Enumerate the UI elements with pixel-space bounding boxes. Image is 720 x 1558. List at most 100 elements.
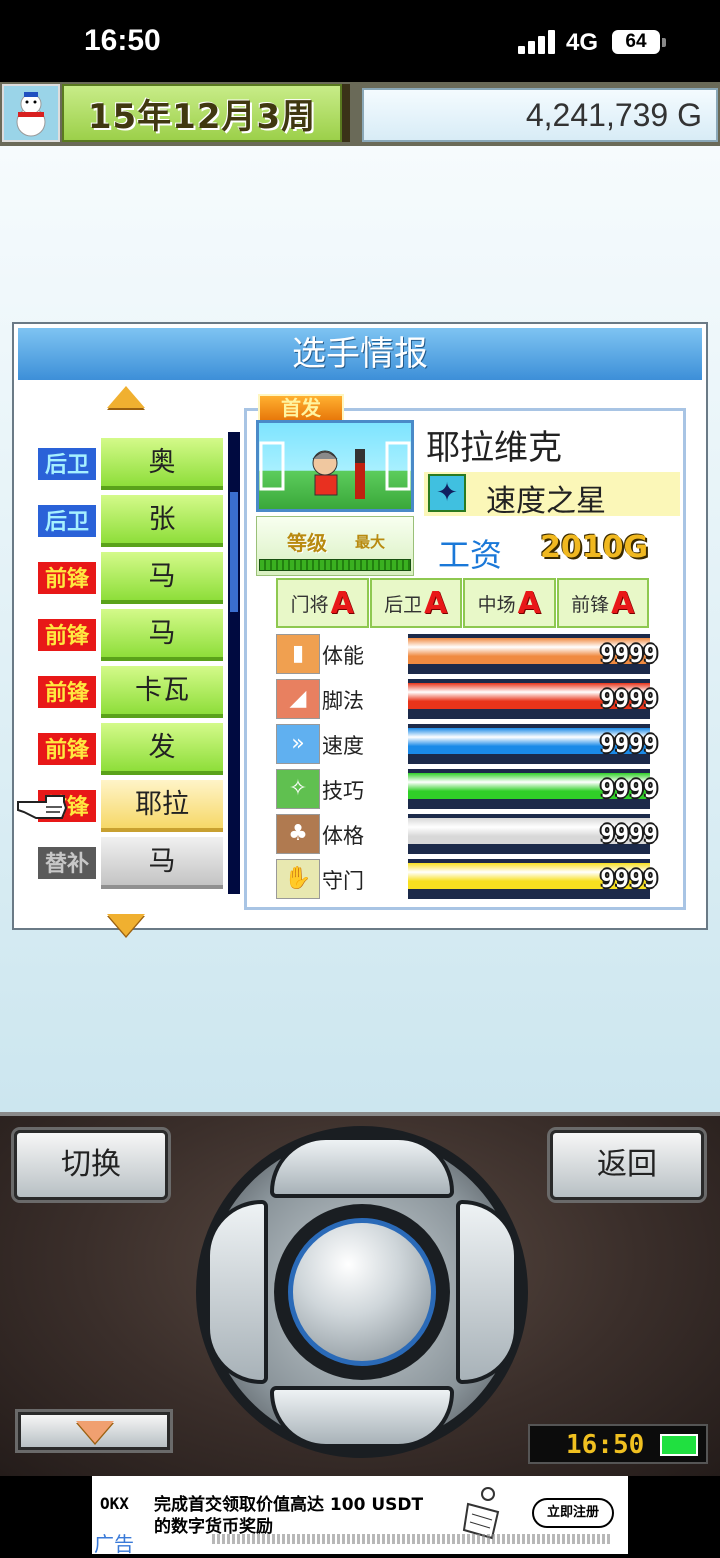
stat-bar: 9999 (408, 724, 658, 764)
date-text: 15年12月3周 (87, 96, 317, 137)
aptitude-grade: A (517, 585, 541, 621)
page-down-button[interactable] (18, 1412, 170, 1450)
roster-position: 前锋 (36, 674, 98, 710)
skill-box: ✦ 速度之星 (424, 472, 680, 519)
runner-icon: ✦ (428, 474, 466, 512)
stat-bar: 9999 (408, 814, 658, 854)
level-box: 等级 最大 (256, 516, 414, 576)
roster-position: 前锋 (36, 617, 98, 653)
ad-register-button[interactable]: 立即注册 (532, 1498, 614, 1528)
ad-banner[interactable]: OKX 完成首交领取价值高达 100 USDT 的数字货币奖励 立即注册 广告 (0, 1476, 720, 1558)
stat-name: 速度 (322, 734, 364, 758)
network-type: 4G (566, 29, 599, 56)
roster-position: 后卫 (36, 446, 98, 482)
signal-icon (518, 30, 556, 54)
roster-player-button[interactable]: 发 (101, 723, 223, 775)
dpad-up-button[interactable] (270, 1136, 454, 1198)
stat-value: 9999 (600, 865, 658, 893)
ad-label: 广告 (94, 1532, 134, 1556)
stat-value: 9999 (600, 640, 658, 668)
aptitude-position: 中场 (477, 593, 516, 616)
game-top-bar: 15年12月3周 4,241,739 G (0, 82, 720, 146)
ad-fineprint (212, 1534, 612, 1544)
roster-player-button[interactable]: 马 (101, 837, 223, 889)
aptitude-grade: A (330, 585, 354, 621)
stamina-icon: ▮ (276, 634, 320, 674)
roster-player-button[interactable]: 马 (101, 609, 223, 661)
snowman-avatar-icon[interactable] (2, 84, 60, 142)
stat-name: 体格 (322, 824, 364, 848)
player-name: 耶拉维克 (426, 428, 562, 468)
divider (342, 84, 350, 142)
status-bar: 16:50 4G 64 (0, 0, 720, 82)
stat-name: 技巧 (322, 779, 364, 803)
game-clock-time: 16:50 (566, 1430, 645, 1460)
dpad-right-button[interactable] (456, 1200, 518, 1384)
stat-row: » 速度 9999 (276, 722, 668, 766)
chevron-down-icon (76, 1421, 114, 1443)
ad-content[interactable]: OKX 完成首交领取价值高达 100 USDT 的数字货币奖励 立即注册 广告 (92, 1476, 628, 1556)
roster-player-button[interactable]: 张 (101, 495, 223, 547)
dpad-center-button[interactable] (288, 1218, 436, 1366)
dpad-left-button[interactable] (206, 1200, 268, 1384)
roster-player-button[interactable]: 奥 (101, 438, 223, 490)
dpad-down-button[interactable] (270, 1386, 454, 1448)
ad-logo: OKX (100, 1494, 129, 1513)
game-clock: 16:50 (528, 1424, 708, 1464)
stat-value: 9999 (600, 775, 658, 803)
battery-tip (662, 38, 666, 47)
speed-icon: » (276, 724, 320, 764)
stat-row: ✧ 技巧 9999 (276, 767, 668, 811)
aptitude-defender: 后卫 A (369, 578, 462, 628)
starter-tag: 首发 (258, 394, 344, 422)
roster-scrollbar[interactable] (228, 432, 240, 894)
stat-row: ◢ 脚法 9999 (276, 677, 668, 721)
aptitude-midfielder: 中场 A (463, 578, 556, 628)
aptitude-grade: A (424, 585, 448, 621)
scrollbar-thumb[interactable] (230, 492, 238, 612)
scroll-up-arrow-icon[interactable] (107, 386, 145, 408)
stat-name: 守门 (322, 869, 364, 893)
level-value: 最大 (355, 533, 386, 551)
player-portrait (256, 420, 414, 512)
goalkeeping-icon: ✋ (276, 859, 320, 899)
aptitude-position: 门将 (290, 593, 329, 616)
aptitude-goalkeeper: 门将 A (276, 578, 369, 628)
aptitude-forward: 前锋 A (556, 578, 649, 628)
switch-button[interactable]: 切换 (14, 1130, 168, 1200)
roster-player-button[interactable]: 卡瓦 (101, 666, 223, 718)
aptitude-grade: A (611, 585, 635, 621)
skill-name: 速度之星 (486, 484, 606, 519)
roster-position: 前锋 (36, 731, 98, 767)
stat-row: ▮ 体能 9999 (276, 632, 668, 676)
physique-icon: ♣ (276, 814, 320, 854)
stat-name: 体能 (322, 644, 364, 668)
stat-bar: 9999 (408, 769, 658, 809)
stat-row: ♣ 体格 9999 (276, 812, 668, 856)
roster-position: 替补 (36, 845, 98, 881)
aptitude-position: 后卫 (384, 593, 423, 616)
roster-position: 后卫 (36, 503, 98, 539)
money-display: 4,241,739 G (362, 88, 718, 142)
technique-icon: ✧ (276, 769, 320, 809)
game-date: 15年12月3周 (62, 84, 342, 142)
panel-title: 选手情报 (18, 328, 702, 380)
stat-bar: 9999 (408, 634, 658, 674)
stat-name: 脚法 (322, 689, 364, 713)
level-label: 等级 (287, 531, 327, 555)
back-button[interactable]: 返回 (550, 1130, 704, 1200)
stat-bar: 9999 (408, 859, 658, 899)
stat-row: ✋ 守门 9999 (276, 857, 668, 901)
roster-player-button-selected[interactable]: 耶拉 (101, 780, 223, 832)
position-aptitude-row: 门将 A 后卫 A 中场 A 前锋 A (276, 578, 650, 628)
stat-bar: 9999 (408, 679, 658, 719)
level-bar (259, 559, 411, 571)
salary-label: 工资 (438, 536, 503, 574)
pointing-hand-icon (16, 788, 68, 826)
status-time: 16:50 (84, 24, 161, 57)
stat-value: 9999 (600, 820, 658, 848)
roster-position: 前锋 (36, 560, 98, 596)
scroll-down-arrow-icon[interactable] (107, 914, 145, 936)
roster-player-button[interactable]: 马 (101, 552, 223, 604)
kick-icon: ◢ (276, 679, 320, 719)
